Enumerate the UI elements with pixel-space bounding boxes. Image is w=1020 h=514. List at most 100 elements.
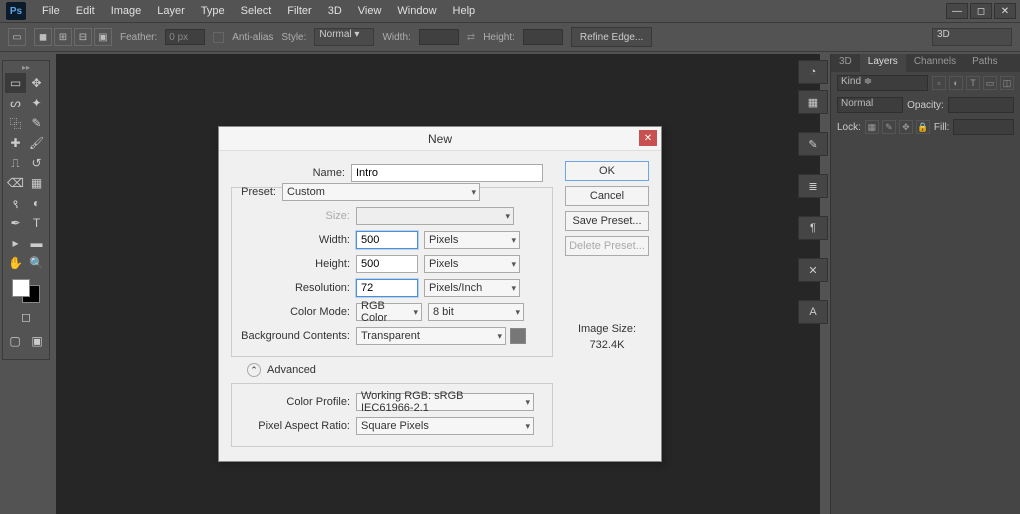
- fill-input[interactable]: [953, 119, 1014, 135]
- gradient-tool[interactable]: ▦: [26, 173, 47, 193]
- brushes-panel-icon[interactable]: ✎: [798, 132, 828, 156]
- width-units-select[interactable]: Pixels: [424, 231, 520, 249]
- menu-file[interactable]: File: [34, 5, 68, 17]
- feather-input[interactable]: [165, 29, 205, 45]
- history-brush-tool[interactable]: ↺: [26, 153, 47, 173]
- advanced-toggle[interactable]: ⌃ Advanced: [247, 363, 553, 377]
- colorprofile-select[interactable]: Working RGB: sRGB IEC61966-2.1: [356, 393, 534, 411]
- screenmode-full-icon[interactable]: ▣: [26, 331, 48, 351]
- opacity-input[interactable]: [948, 97, 1014, 113]
- adjustments-panel-icon[interactable]: ≣: [798, 174, 828, 198]
- tools-grip[interactable]: ▸▸: [5, 63, 47, 73]
- maximize-button[interactable]: ◻: [970, 3, 992, 19]
- character-panel-icon[interactable]: A: [798, 300, 828, 324]
- minimize-button[interactable]: —: [946, 3, 968, 19]
- foreground-swatch[interactable]: [12, 279, 30, 297]
- refine-edge-button[interactable]: Refine Edge...: [571, 27, 652, 47]
- antialias-checkbox[interactable]: [213, 32, 224, 43]
- lasso-tool[interactable]: ᔕ: [5, 93, 26, 113]
- swatches-panel-icon[interactable]: ▦: [798, 90, 828, 114]
- height-input[interactable]: [356, 255, 418, 273]
- bg-color-swatch[interactable]: [510, 328, 526, 344]
- dodge-tool[interactable]: ◐: [26, 193, 47, 213]
- aspect-select[interactable]: Square Pixels: [356, 417, 534, 435]
- lock-all-icon[interactable]: 🔒: [916, 120, 930, 134]
- dialog-titlebar[interactable]: New ✕: [219, 127, 661, 151]
- options-bar: ▭ ◼ ⊞ ⊟ ▣ Feather: Anti-alias Style: Nor…: [0, 22, 1020, 52]
- menu-window[interactable]: Window: [389, 5, 444, 17]
- height-units-select[interactable]: Pixels: [424, 255, 520, 273]
- style-select[interactable]: Normal ▾: [314, 28, 374, 46]
- blend-mode-select[interactable]: Normal: [837, 97, 903, 113]
- styles-panel-icon[interactable]: ✕: [798, 258, 828, 282]
- menu-filter[interactable]: Filter: [279, 5, 319, 17]
- tab-3d[interactable]: 3D: [831, 54, 860, 72]
- option-height-label: Height:: [483, 32, 515, 43]
- lock-position-icon[interactable]: ✥: [899, 120, 913, 134]
- crop-tool[interactable]: ⿻: [5, 113, 26, 133]
- magic-wand-tool[interactable]: ✦: [26, 93, 47, 113]
- layers-panel: 3D Layers Channels Paths Kind ≑ ▫ ◐ T ▭ …: [830, 54, 1020, 514]
- menu-view[interactable]: View: [350, 5, 390, 17]
- eyedropper-tool[interactable]: ✎: [26, 113, 47, 133]
- filter-shape-icon[interactable]: ▭: [983, 76, 997, 90]
- eraser-tool[interactable]: ⌫: [5, 173, 26, 193]
- lock-pixels-icon[interactable]: ✎: [882, 120, 896, 134]
- brush-tool[interactable]: 🖌: [26, 133, 47, 153]
- menu-layer[interactable]: Layer: [149, 5, 193, 17]
- path-select-tool[interactable]: ▸: [5, 233, 26, 253]
- move-tool[interactable]: ✥: [26, 73, 47, 93]
- tab-paths[interactable]: Paths: [964, 54, 1006, 72]
- filter-type-icon[interactable]: T: [966, 76, 980, 90]
- paragraph-panel-icon[interactable]: ¶: [798, 216, 828, 240]
- width-label: Width:: [236, 234, 356, 246]
- hand-tool[interactable]: ✋: [5, 253, 26, 273]
- menu-select[interactable]: Select: [233, 5, 280, 17]
- menu-type[interactable]: Type: [193, 5, 233, 17]
- filter-kind-select[interactable]: Kind ≑: [837, 75, 928, 91]
- resolution-input[interactable]: [356, 279, 418, 297]
- width-input[interactable]: [356, 231, 418, 249]
- preset-select[interactable]: Custom: [282, 183, 480, 201]
- marquee-tool[interactable]: ▭: [5, 73, 26, 93]
- menu-3d[interactable]: 3D: [320, 5, 350, 17]
- selection-new-icon[interactable]: ◼: [34, 28, 52, 46]
- filter-smart-icon[interactable]: ◫: [1000, 76, 1014, 90]
- color-swatches[interactable]: [12, 279, 40, 303]
- tab-channels[interactable]: Channels: [906, 54, 964, 72]
- swap-wh-icon[interactable]: ⇄: [467, 32, 475, 43]
- workspace-select[interactable]: 3D: [932, 28, 1012, 46]
- bg-select[interactable]: Transparent: [356, 327, 506, 345]
- size-select: [356, 207, 514, 225]
- healing-tool[interactable]: ✚: [5, 133, 26, 153]
- zoom-tool[interactable]: 🔍: [26, 253, 47, 273]
- menu-image[interactable]: Image: [103, 5, 150, 17]
- antialias-label: Anti-alias: [232, 32, 273, 43]
- stamp-tool[interactable]: ⎍: [5, 153, 26, 173]
- resolution-units-select[interactable]: Pixels/Inch: [424, 279, 520, 297]
- color-panel-icon[interactable]: ◔: [798, 60, 828, 84]
- filter-adjust-icon[interactable]: ◐: [949, 76, 963, 90]
- dialog-close-button[interactable]: ✕: [639, 130, 657, 146]
- type-tool[interactable]: T: [26, 213, 47, 233]
- filter-image-icon[interactable]: ▫: [932, 76, 946, 90]
- selection-intersect-icon[interactable]: ▣: [94, 28, 112, 46]
- blur-tool[interactable]: ९: [5, 193, 26, 213]
- shape-tool[interactable]: ▬: [26, 233, 47, 253]
- tool-preset-icon[interactable]: ▭: [8, 28, 26, 46]
- selection-subtract-icon[interactable]: ⊟: [74, 28, 92, 46]
- close-button[interactable]: ✕: [994, 3, 1016, 19]
- menu-edit[interactable]: Edit: [68, 5, 103, 17]
- save-preset-button[interactable]: Save Preset...: [565, 211, 649, 231]
- colorbits-select[interactable]: 8 bit: [428, 303, 524, 321]
- quickmask-toggle[interactable]: ◻: [15, 307, 37, 327]
- ok-button[interactable]: OK: [565, 161, 649, 181]
- cancel-button[interactable]: Cancel: [565, 186, 649, 206]
- pen-tool[interactable]: ✒: [5, 213, 26, 233]
- tab-layers[interactable]: Layers: [860, 54, 906, 72]
- lock-transparent-icon[interactable]: ▦: [865, 120, 879, 134]
- menu-help[interactable]: Help: [445, 5, 484, 17]
- selection-add-icon[interactable]: ⊞: [54, 28, 72, 46]
- screenmode-std-icon[interactable]: ▢: [4, 331, 26, 351]
- colormode-select[interactable]: RGB Color: [356, 303, 422, 321]
